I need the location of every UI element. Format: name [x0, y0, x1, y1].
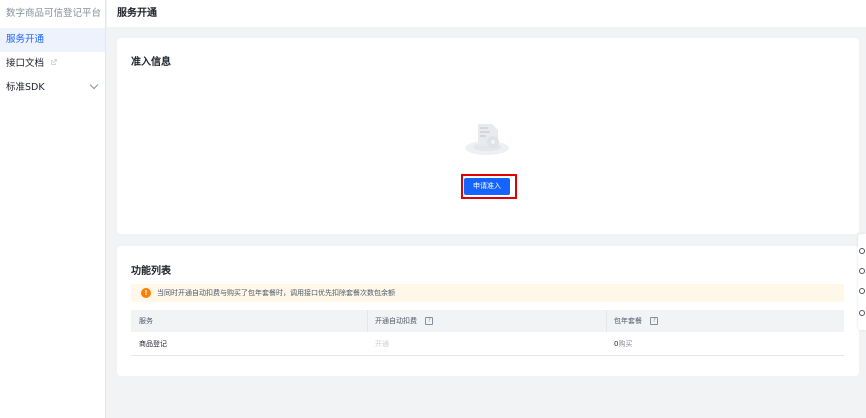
- sidebar-item-label: 接口文档: [6, 58, 45, 69]
- feature-list-title: 功能列表: [131, 266, 171, 277]
- column-header-service: 服务: [139, 317, 153, 325]
- feature-table: 服务 开通自动扣费 ? 包年套餐 ? 商品登记 开通 0购买: [131, 310, 844, 356]
- column-header-auto-deduct: 开通自动扣费 ?: [375, 310, 434, 332]
- feature-list-card: 功能列表 ! 当同时开通自动扣费与购买了包年套餐时，调用接口优先扣除套餐次数包余…: [117, 246, 859, 376]
- empty-state-icon: [462, 116, 512, 158]
- page-title: 服务开通: [117, 8, 157, 19]
- help-circle-icon[interactable]: [859, 248, 865, 254]
- page-header: 服务开通: [107, 0, 866, 27]
- enable-auto-deduct-link[interactable]: 开通: [375, 332, 389, 356]
- sidebar-item-label: 标准SDK: [6, 82, 45, 93]
- table-row: 商品登记 开通 0购买: [131, 332, 844, 356]
- sidebar: 数字商品可信登记平台 服务开通 接口文档 标准SDK: [0, 0, 106, 418]
- access-info-card: 准入信息 申请准入: [117, 38, 859, 234]
- table-header: 服务 开通自动扣费 ? 包年套餐 ?: [131, 310, 844, 332]
- menu-icon[interactable]: [859, 310, 865, 316]
- sidebar-item-label: 服务开通: [6, 34, 45, 45]
- column-divider: [367, 310, 368, 332]
- highlight-box: [461, 174, 517, 199]
- sidebar-item-service-activation[interactable]: 服务开通: [0, 28, 105, 52]
- shield-icon[interactable]: [859, 288, 865, 294]
- floating-toolbar: [858, 234, 866, 330]
- notice-banner: ! 当同时开通自动扣费与购买了包年套餐时，调用接口优先扣除套餐次数包余额: [131, 284, 844, 302]
- column-divider: [606, 310, 607, 332]
- warning-icon: !: [141, 288, 151, 298]
- app-title: 数字商品可信登记平台: [6, 8, 102, 19]
- external-link-icon: [50, 52, 58, 76]
- annual-plan-cell: 0购买: [614, 332, 632, 356]
- sidebar-item-sdk[interactable]: 标准SDK: [0, 76, 105, 100]
- buy-link[interactable]: 购买: [618, 340, 632, 348]
- column-header-label: 包年套餐: [614, 317, 642, 325]
- notice-text: 当同时开通自动扣费与购买了包年套餐时，调用接口优先扣除套餐次数包余额: [157, 289, 395, 297]
- column-header-label: 开通自动扣费: [375, 317, 417, 325]
- help-icon[interactable]: ?: [650, 317, 659, 325]
- chevron-down-icon: [89, 80, 99, 90]
- access-info-title: 准入信息: [131, 57, 171, 68]
- column-header-annual-plan: 包年套餐 ?: [614, 310, 659, 332]
- feedback-icon[interactable]: [859, 268, 865, 274]
- service-name: 商品登记: [139, 340, 167, 348]
- sidebar-item-api-docs[interactable]: 接口文档: [0, 52, 105, 76]
- help-icon[interactable]: ?: [425, 317, 434, 325]
